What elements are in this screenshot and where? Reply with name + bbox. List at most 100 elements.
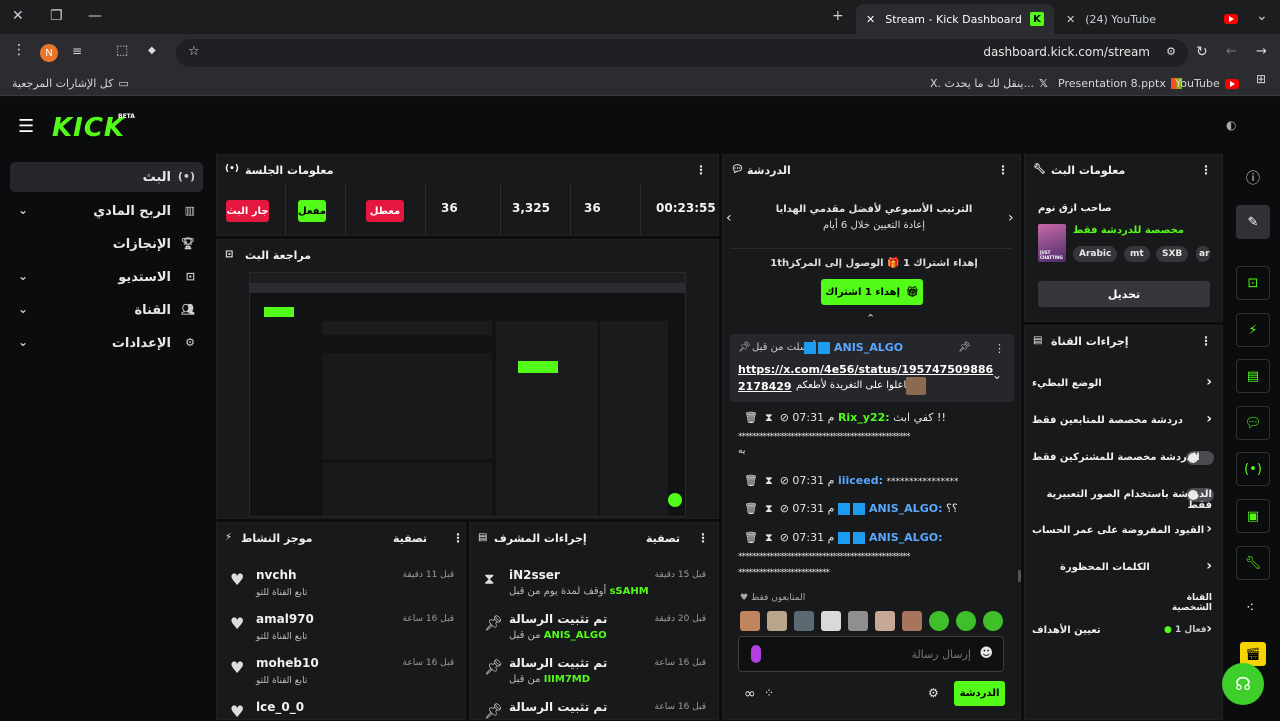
timeout-icon[interactable]: ⧗ xyxy=(765,474,773,487)
share-icon[interactable]: ⁖ xyxy=(1246,600,1254,616)
site-settings-icon[interactable]: ⚙ xyxy=(1166,45,1176,58)
avatar[interactable] xyxy=(821,611,841,631)
kebab-menu-icon[interactable]: ⋮ xyxy=(997,163,1009,177)
avatar[interactable] xyxy=(740,611,760,631)
kick-logo[interactable]: KICK xyxy=(52,113,125,143)
rail-modlog-button[interactable]: ▤ xyxy=(1236,359,1270,393)
rail-activity-button[interactable]: ⚡︎ xyxy=(1236,313,1270,347)
sidebar-item-channel[interactable]: ⌄ القناة 👥︎ xyxy=(10,295,203,325)
close-tab-icon[interactable]: ✕ xyxy=(866,13,875,26)
avatar[interactable] xyxy=(848,611,868,631)
action-followers-only[interactable]: › دردشة مخصصة للمتابعين فقط xyxy=(1032,411,1212,433)
delete-icon[interactable]: 🗑︎ xyxy=(744,474,758,487)
list-item[interactable]: ♥ nvchh تابع القناة للتو قبل 11 دقيقة xyxy=(228,566,458,610)
tab-youtube[interactable]: ✕ (24) YouTube xyxy=(1056,4,1248,34)
emote-avatar[interactable] xyxy=(983,611,1003,631)
bookmark-presentation[interactable]: Presentation 8.pptx xyxy=(1058,77,1182,90)
list-item[interactable]: ♥ lce_0_0 xyxy=(228,698,458,721)
emoji-icon[interactable]: ☻ xyxy=(979,646,993,661)
timeout-icon[interactable]: ⧗ xyxy=(765,411,773,424)
ban-icon[interactable]: ⊘ xyxy=(780,531,789,544)
list-item[interactable]: ♥ amal970 تابع القناة للتو قبل 16 ساعة xyxy=(228,610,458,654)
hamburger-menu-icon[interactable]: ☰ xyxy=(18,116,34,137)
rail-studio-button[interactable]: ⊡ xyxy=(1236,266,1270,300)
pinned-link-line2[interactable]: 2178429 xyxy=(738,380,792,393)
chat-message[interactable]: 🗑︎ ⧗ ⊘ 07:31 م ANIS_ALGO: xyxy=(744,531,942,545)
help-support-button[interactable]: ☊ xyxy=(1222,663,1264,705)
chat-scrollbar[interactable] xyxy=(1018,570,1021,582)
close-window-icon[interactable]: ✕ xyxy=(12,8,24,24)
chevron-right-icon[interactable]: › xyxy=(1008,210,1014,226)
ban-icon[interactable]: ⊘ xyxy=(780,411,789,424)
delete-icon[interactable]: 🗑︎ xyxy=(744,502,758,515)
action-banned-words[interactable]: › الكلمات المحظورة xyxy=(1032,558,1212,580)
stream-preview-video[interactable] xyxy=(249,272,686,517)
sidebar-item-stream[interactable]: البث (•) xyxy=(10,162,203,192)
message-user[interactable]: iiiceed: xyxy=(838,474,883,487)
kebab-menu-icon[interactable]: ⋮ xyxy=(695,163,707,177)
menu-icon[interactable]: ⋮ xyxy=(12,42,26,58)
pinned-link[interactable]: https://x.com/4e56/status/195747509886 xyxy=(738,363,993,376)
kebab-menu-icon[interactable]: ⋮ xyxy=(1200,334,1212,348)
tab-kick-dashboard[interactable]: ✕ Stream - Kick Dashboard K xyxy=(856,4,1054,34)
action-set-goals[interactable]: › ● فعال 1 تعيين الأهداف xyxy=(1032,621,1212,643)
chat-input[interactable] xyxy=(771,643,971,665)
avatar[interactable] xyxy=(902,611,922,631)
chevron-left-icon[interactable]: ‹ xyxy=(726,210,732,226)
chat-input-box[interactable]: ☻ xyxy=(738,636,1004,672)
bookmark-star-icon[interactable]: ☆ xyxy=(188,44,200,59)
disabled-button[interactable]: معطل xyxy=(366,200,404,222)
profile-avatar[interactable]: N xyxy=(40,44,58,62)
emote-avatar[interactable] xyxy=(929,611,949,631)
tab-search-icon[interactable]: ⌄ xyxy=(1256,8,1268,24)
message-user[interactable]: Rix_y22: xyxy=(838,411,890,424)
sidebar-item-monetization[interactable]: ⌄ الربح المادي ▥ xyxy=(10,196,203,226)
extension-diamond-icon[interactable]: ◆ xyxy=(148,45,156,56)
info-icon[interactable]: ⓘ xyxy=(1246,168,1260,188)
apps-grid-icon[interactable]: ⊞ xyxy=(1256,72,1266,86)
list-item[interactable]: ⧗ iN2sser أوقف لمدة يوم من قبل sSAHM قبل… xyxy=(480,566,710,610)
chat-message[interactable]: 🗑︎ ⧗ ⊘ 07:31 م iiiceed: **************** xyxy=(744,474,958,488)
list-item[interactable]: 📌︎ تم تثبيت الرسالة من قبل IIIM7MD قبل 1… xyxy=(480,654,710,698)
avatar[interactable] xyxy=(794,611,814,631)
edit-layout-button[interactable]: ✎ xyxy=(1236,205,1270,239)
pin-icon[interactable]: 📌︎ xyxy=(958,342,971,353)
sidebar-item-achievements[interactable]: الإنجازات 🏆︎ xyxy=(10,229,203,259)
ban-icon[interactable]: ⊘ xyxy=(780,502,789,515)
infinity-icon[interactable]: ∞ xyxy=(744,686,756,702)
scroll-up-icon[interactable]: ⌃ xyxy=(866,312,875,325)
pinned-user[interactable]: ANIS_ALGO xyxy=(834,341,903,354)
reload-icon[interactable]: ↻ xyxy=(1196,44,1208,60)
send-chat-button[interactable]: الدردشة xyxy=(954,681,1005,706)
timeout-icon[interactable]: ⧗ xyxy=(765,531,773,544)
list-item[interactable]: 📌︎ تم تثبيت الرسالة قبل 16 ساعة xyxy=(480,698,710,720)
media-control-icon[interactable]: ≡ xyxy=(72,44,82,58)
rail-session-button[interactable]: (•) xyxy=(1236,452,1270,486)
microphone-icon[interactable] xyxy=(751,645,761,663)
message-user[interactable]: ANIS_ALGO: xyxy=(869,502,943,515)
minimize-window-icon[interactable]: — xyxy=(88,8,102,24)
chat-settings-gear-icon[interactable]: ⚙ xyxy=(928,686,939,700)
address-bar[interactable]: ☆ dashboard.kick.com/stream ⚙ xyxy=(176,39,1188,67)
list-item[interactable]: ♥ moheb10 تابع القناة للتو قبل 16 ساعة xyxy=(228,654,458,698)
message-user[interactable]: ANIS_ALGO: xyxy=(869,531,943,544)
moderator-name[interactable]: sSAHM xyxy=(609,586,648,597)
close-tab-icon[interactable]: ✕ xyxy=(1066,13,1075,26)
delete-icon[interactable]: 🗑︎ xyxy=(744,411,758,424)
chevron-down-icon[interactable]: ⌄ xyxy=(992,368,1002,382)
category-thumbnail[interactable]: JUST CHATTING xyxy=(1038,224,1066,262)
edit-stream-button[interactable]: تحديل xyxy=(1038,281,1210,307)
rail-preview-button[interactable]: ▣ xyxy=(1236,499,1270,533)
moderator-name[interactable]: ANIS_ALGO xyxy=(544,630,607,641)
filter-button[interactable]: تصفية xyxy=(393,532,427,545)
kebab-menu-icon[interactable]: ⋮ xyxy=(994,342,1005,355)
sidebar-item-studio[interactable]: ⌄ الاستديو ⊡ xyxy=(10,262,203,292)
pinned-message[interactable]: ⋮ 📌︎ 📌︎ أرسلت من قبل ANIS_ALGO https://x… xyxy=(730,334,1014,402)
moderator-name[interactable]: IIIM7MD xyxy=(544,674,590,685)
timeout-icon[interactable]: ⧗ xyxy=(765,502,773,515)
extensions-icon[interactable]: ⬚ xyxy=(116,43,128,58)
list-item[interactable]: 📌︎ تم تثبيت الرسالة من قبل ANIS_ALGO قبل… xyxy=(480,610,710,654)
emote-avatar[interactable] xyxy=(956,611,976,631)
rail-stream-info-button[interactable]: 🔧︎ xyxy=(1236,546,1270,580)
action-account-age[interactable]: › القيود المفروضة على عمر الحساب xyxy=(1032,521,1212,543)
